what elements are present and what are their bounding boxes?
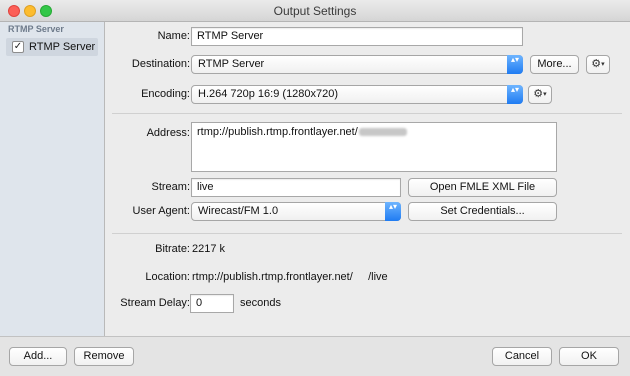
- settings-pane: Name: RTMP Server Destination: RTMP Serv…: [106, 22, 630, 336]
- popup-arrows-icon: ▴▾: [507, 85, 523, 104]
- divider: [112, 113, 622, 114]
- open-fmle-xml-button[interactable]: Open FMLE XML File: [408, 178, 557, 197]
- name-label: Name:: [157, 30, 190, 42]
- user-agent-value: Wirecast/FM 1.0: [198, 205, 279, 217]
- ok-button[interactable]: OK: [559, 347, 619, 366]
- enable-checkbox[interactable]: ✓: [12, 41, 24, 53]
- encoding-value: H.264 720p 16:9 (1280x720): [198, 88, 339, 100]
- gear-icon: ⚙: [533, 88, 544, 100]
- address-label: Address:: [146, 127, 190, 139]
- set-credentials-button[interactable]: Set Credentials...: [408, 202, 557, 221]
- redacted-text: [358, 128, 407, 136]
- user-agent-popup[interactable]: Wirecast/FM 1.0 ▴▾: [191, 202, 401, 221]
- gear-icon: ⚙: [591, 58, 602, 70]
- more-button[interactable]: More...: [530, 55, 579, 74]
- bottom-bar: Add... Remove Cancel OK: [0, 336, 630, 376]
- popup-arrows-icon: ▴▾: [507, 55, 523, 74]
- add-button[interactable]: Add...: [9, 347, 67, 366]
- stream-label: Stream:: [151, 181, 190, 193]
- encoding-popup[interactable]: H.264 720p 16:9 (1280x720) ▴▾: [191, 85, 523, 104]
- caret-down-icon: ▾: [601, 61, 605, 68]
- destination-label: Destination:: [131, 58, 190, 70]
- destination-gear-button[interactable]: ⚙▾: [586, 55, 610, 74]
- remove-button[interactable]: Remove: [74, 347, 134, 366]
- destination-popup[interactable]: RTMP Server ▴▾: [191, 55, 523, 74]
- caret-down-icon: ▾: [543, 91, 547, 98]
- stream-delay-unit: seconds: [240, 297, 281, 309]
- sidebar-item-label: RTMP Server: [29, 41, 96, 53]
- location-label: Location:: [145, 271, 190, 283]
- popup-arrows-icon: ▴▾: [385, 202, 401, 221]
- user-agent-label: User Agent:: [132, 205, 190, 217]
- location-value: rtmp://publish.rtmp.frontlayer.net/ /liv…: [192, 271, 388, 283]
- bitrate-value: 2217 k: [192, 243, 226, 255]
- title-bar: Output Settings: [0, 0, 630, 22]
- stream-field[interactable]: live: [191, 178, 401, 197]
- address-value: rtmp://publish.rtmp.frontlayer.net/: [197, 126, 358, 138]
- window-title: Output Settings: [273, 4, 357, 18]
- divider: [112, 233, 622, 234]
- bitrate-label: Bitrate:: [155, 243, 190, 255]
- stream-delay-label: Stream Delay:: [120, 297, 190, 309]
- encoding-label: Encoding:: [141, 88, 190, 100]
- encoding-gear-button[interactable]: ⚙▾: [528, 85, 552, 104]
- destination-value: RTMP Server: [198, 58, 265, 70]
- output-settings-window: Output Settings RTMP Server ✓ RTMP Serve…: [0, 0, 630, 376]
- sidebar-header: RTMP Server: [8, 24, 64, 34]
- address-textarea[interactable]: rtmp://publish.rtmp.frontlayer.net/: [191, 122, 557, 172]
- cancel-button[interactable]: Cancel: [492, 347, 552, 366]
- name-field[interactable]: RTMP Server: [191, 27, 523, 46]
- stream-delay-field[interactable]: 0: [190, 294, 234, 313]
